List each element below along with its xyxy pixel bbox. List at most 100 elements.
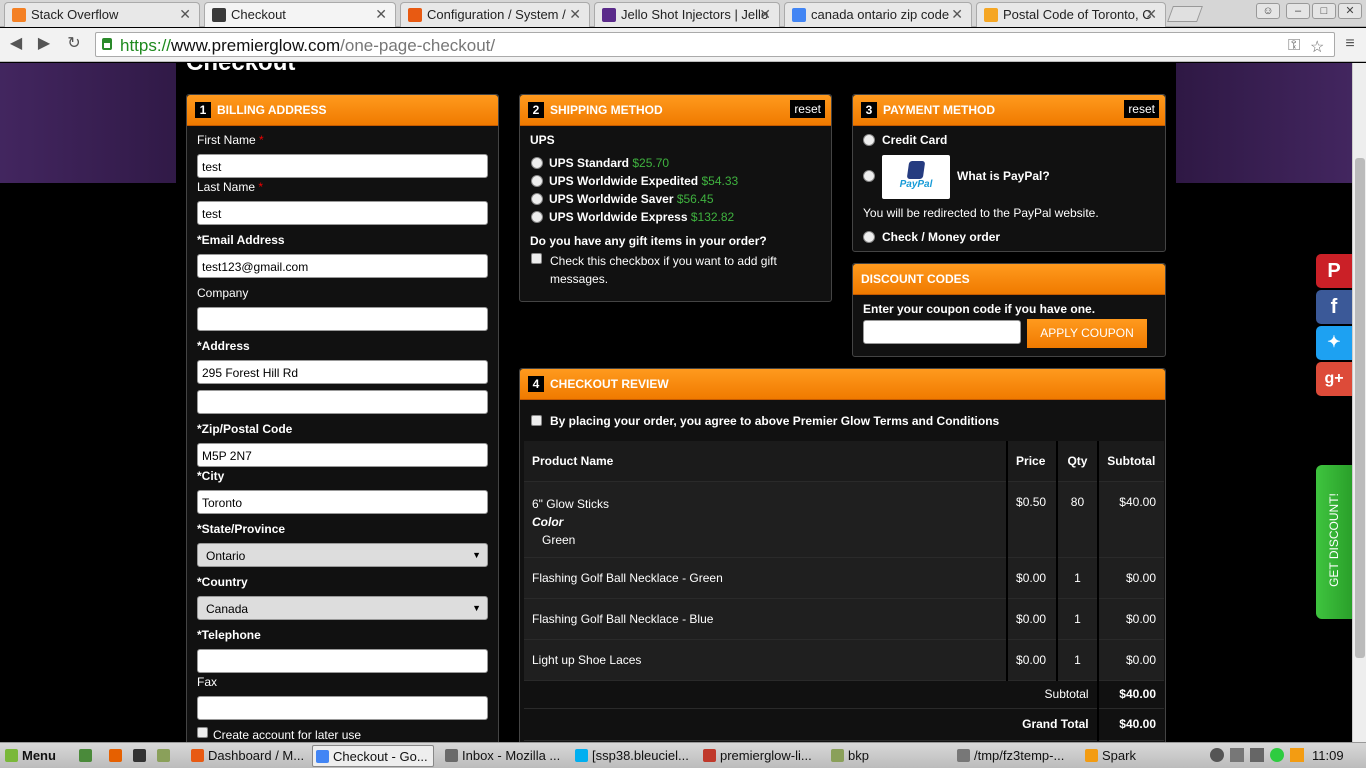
- payment-radio-check[interactable]: [863, 231, 875, 243]
- price-cell: $0.00: [1006, 557, 1058, 599]
- task-spark[interactable]: Spark: [1082, 745, 1202, 767]
- close-icon[interactable]: ✕: [951, 6, 963, 23]
- reload-icon[interactable]: ↻: [64, 34, 84, 54]
- facebook-icon[interactable]: f: [1316, 290, 1352, 324]
- site-favicon-icon: [212, 8, 226, 22]
- zip-field[interactable]: M5P 2N7: [197, 443, 488, 467]
- stack-overflow-icon: [12, 8, 26, 22]
- tab-postal-code[interactable]: Postal Code of Toronto, C ✕: [976, 2, 1166, 27]
- task-skype[interactable]: [ssp38.bleuciel...: [572, 745, 692, 767]
- create-account-checkbox[interactable]: [197, 727, 208, 738]
- email-field[interactable]: test123@gmail.com: [197, 254, 488, 278]
- step-number: 3: [861, 102, 877, 118]
- filezilla-icon: [703, 749, 716, 762]
- grand-total-row: Grand Total $40.00: [524, 708, 1164, 741]
- fax-field[interactable]: [197, 696, 488, 720]
- company-field[interactable]: [197, 307, 488, 331]
- shipping-radio-express[interactable]: [531, 211, 543, 223]
- address-line1-field[interactable]: 295 Forest Hill Rd: [197, 360, 488, 384]
- task-checkout[interactable]: Checkout - Go...: [312, 745, 434, 767]
- country-select[interactable]: Canada ▼: [197, 596, 488, 620]
- url-domain: www.premierglow.com: [171, 36, 341, 55]
- start-menu-button[interactable]: Menu: [2, 745, 72, 767]
- tab-jello-shot[interactable]: Jello Shot Injectors | Jello ✕: [594, 2, 780, 27]
- payment-radio-paypal[interactable]: [863, 170, 875, 182]
- twitter-icon[interactable]: ✦: [1316, 326, 1352, 360]
- task-bkp[interactable]: bkp: [828, 745, 946, 767]
- product-name: Light up Shoe Laces: [524, 639, 1008, 681]
- page-scrollbar[interactable]: [1352, 63, 1366, 742]
- tab-google-search[interactable]: canada ontario zip code ✕: [784, 2, 972, 27]
- volume-icon[interactable]: [1250, 748, 1264, 762]
- get-discount-button[interactable]: GET DISCOUNT!: [1316, 465, 1352, 619]
- task-fz3temp[interactable]: /tmp/fz3temp-...: [954, 745, 1074, 767]
- telephone-field[interactable]: [197, 649, 488, 673]
- shipping-radio-standard[interactable]: [531, 157, 543, 169]
- product-name: Flashing Golf Ball Necklace - Blue: [524, 598, 1008, 640]
- close-icon[interactable]: ✕: [759, 6, 771, 23]
- payment-reset-button[interactable]: reset: [1124, 100, 1159, 118]
- qty-cell: 80: [1056, 481, 1098, 558]
- terminal-launcher-icon[interactable]: [130, 745, 150, 767]
- payment-radio-credit-card[interactable]: [863, 134, 875, 146]
- grand-total-label: Grand Total: [524, 708, 1098, 741]
- task-dashboard[interactable]: Dashboard / M...: [188, 745, 306, 767]
- tab-stack-overflow[interactable]: Stack Overflow ✕: [4, 2, 200, 27]
- first-name-label: First Name *: [197, 133, 264, 147]
- forward-icon[interactable]: ▶: [34, 34, 54, 54]
- coupon-prompt: Enter your coupon code if you have one.: [863, 302, 1096, 316]
- shipping-radio-saver[interactable]: [531, 193, 543, 205]
- close-icon[interactable]: ✕: [569, 6, 581, 23]
- star-icon[interactable]: ☆: [1310, 37, 1324, 57]
- show-desktop-icon[interactable]: [76, 745, 96, 767]
- shipping-title: SHIPPING METHOD: [550, 103, 663, 117]
- apply-coupon-button[interactable]: APPLY COUPON: [1027, 319, 1147, 348]
- browser-toolbar: ◀ ▶ ↻ https://www.premierglow.com/one-pa…: [0, 28, 1366, 62]
- address-bar[interactable]: https://www.premierglow.com/one-page-che…: [95, 32, 1335, 57]
- user-icon[interactable]: ☺: [1256, 3, 1280, 19]
- close-icon[interactable]: ✕: [375, 6, 387, 23]
- firefox-launcher-icon[interactable]: [106, 745, 126, 767]
- task-inbox[interactable]: Inbox - Mozilla ...: [442, 745, 564, 767]
- terms-checkbox[interactable]: [531, 415, 542, 426]
- city-field[interactable]: Toronto: [197, 490, 488, 514]
- new-tab-button[interactable]: [1167, 6, 1203, 22]
- last-name-field[interactable]: test: [197, 201, 488, 225]
- files-launcher-icon[interactable]: [154, 745, 174, 767]
- check-status-icon[interactable]: [1270, 748, 1284, 762]
- first-name-field[interactable]: test: [197, 154, 488, 178]
- tab-checkout[interactable]: Checkout ✕: [204, 2, 396, 27]
- address-line2-field[interactable]: [197, 390, 488, 414]
- what-is-paypal-link[interactable]: What is PayPal?: [957, 169, 1050, 183]
- update-icon[interactable]: [1290, 748, 1304, 762]
- close-window-button[interactable]: ✕: [1338, 3, 1362, 19]
- state-select[interactable]: Ontario ▼: [197, 543, 488, 567]
- user-tray-icon[interactable]: [1210, 748, 1224, 762]
- menu-icon[interactable]: ≡: [1340, 34, 1360, 54]
- telephone-label: *Telephone: [197, 628, 261, 642]
- task-filezilla[interactable]: premierglow-li...: [700, 745, 820, 767]
- key-icon[interactable]: ⚿: [1288, 37, 1300, 55]
- close-icon[interactable]: ✕: [1145, 6, 1157, 23]
- shipping-option-express: UPS Worldwide Express $132.82: [549, 210, 735, 224]
- maximize-button[interactable]: □: [1312, 3, 1336, 19]
- clock[interactable]: 11:09: [1312, 748, 1344, 763]
- back-icon[interactable]: ◀: [6, 34, 26, 54]
- pinterest-icon[interactable]: P: [1316, 254, 1352, 288]
- gift-checkbox[interactable]: [531, 253, 542, 264]
- scrollbar-thumb[interactable]: [1355, 158, 1365, 658]
- shipping-reset-button[interactable]: reset: [790, 100, 825, 118]
- coupon-code-field[interactable]: [863, 320, 1021, 344]
- google-plus-icon[interactable]: g+: [1316, 362, 1352, 396]
- magento-icon: [408, 8, 422, 22]
- folder-icon: [831, 749, 844, 762]
- minimize-button[interactable]: –: [1286, 3, 1310, 19]
- tab-configuration[interactable]: Configuration / System / ✕: [400, 2, 590, 27]
- shipping-radio-expedited[interactable]: [531, 175, 543, 187]
- close-icon[interactable]: ✕: [179, 6, 191, 23]
- network-icon[interactable]: [1230, 748, 1244, 762]
- state-label: *State/Province: [197, 522, 286, 536]
- desktop-icon: [79, 749, 92, 762]
- browser-tab-bar: Stack Overflow ✕ Checkout ✕ Configuratio…: [0, 0, 1366, 27]
- subtotal-cell: $40.00: [1096, 481, 1164, 558]
